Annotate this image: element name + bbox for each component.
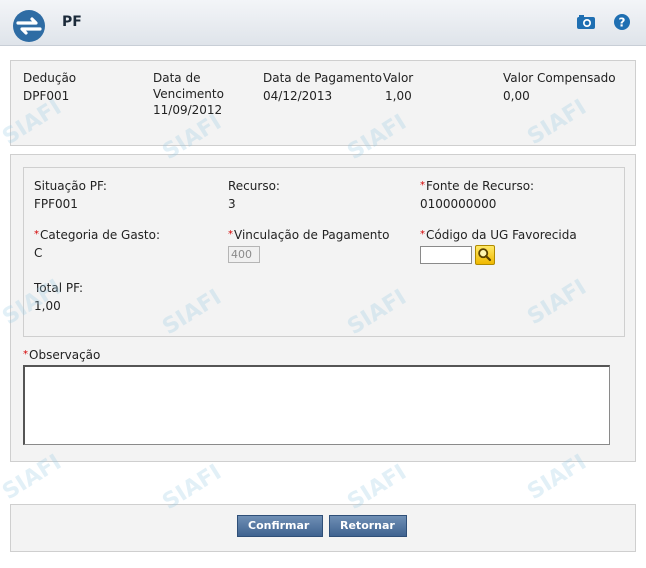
- categoria-label: *Categoria de Gasto:: [34, 228, 161, 242]
- retornar-button[interactable]: Retornar: [329, 515, 407, 537]
- valor-label: Valor: [383, 71, 414, 85]
- observacao-textarea[interactable]: [23, 365, 610, 445]
- vinculacao-label: *Vinculação de Pagamento: [228, 228, 390, 242]
- siafi-logo-icon: [13, 10, 45, 42]
- required-marker: *: [420, 180, 425, 191]
- vinculacao-input[interactable]: 400: [228, 246, 260, 263]
- form-panel: Situação PF: FPF001 Recurso: 3 *Fonte de…: [10, 154, 636, 462]
- fonte-label: *Fonte de Recurso:: [420, 179, 535, 193]
- actions-panel: Confirmar Retornar: [10, 504, 636, 552]
- valor-value: 1,00: [385, 89, 412, 103]
- camera-icon[interactable]: [576, 13, 596, 31]
- total-value: 1,00: [34, 299, 61, 313]
- total-label: Total PF:: [34, 281, 84, 295]
- compensado-label: Valor Compensado: [503, 71, 616, 85]
- page-header: PF ?: [0, 0, 646, 46]
- confirmar-button[interactable]: Confirmar: [237, 515, 323, 537]
- recurso-value: 3: [228, 197, 236, 211]
- required-marker: *: [228, 229, 233, 240]
- pagamento-value: 04/12/2013: [263, 89, 333, 103]
- magnifier-icon: [478, 248, 492, 262]
- vencimento-label-line2: Vencimento: [153, 87, 224, 101]
- categoria-value: C: [34, 246, 43, 260]
- compensado-value: 0,00: [503, 89, 530, 103]
- required-marker: *: [420, 229, 425, 240]
- required-marker: *: [34, 229, 39, 240]
- ug-label: *Código da UG Favorecida: [420, 228, 577, 242]
- deducao-value: DPF001: [23, 89, 70, 103]
- vencimento-label-line1: Data de: [153, 71, 201, 85]
- pagamento-label: Data de Pagamento: [263, 71, 383, 85]
- ug-favorecida-input[interactable]: [420, 246, 472, 264]
- pf-fields-group: Situação PF: FPF001 Recurso: 3 *Fonte de…: [23, 167, 625, 337]
- observacao-label: *Observação: [23, 348, 101, 362]
- recurso-label: Recurso:: [228, 179, 280, 193]
- deducao-label: Dedução: [23, 71, 77, 85]
- vencimento-value: 11/09/2012: [153, 103, 223, 117]
- svg-text:?: ?: [619, 16, 626, 30]
- situacao-value: FPF001: [34, 197, 78, 211]
- page-title: PF: [62, 14, 82, 30]
- situacao-label: Situação PF:: [34, 179, 107, 193]
- summary-panel: Dedução DPF001 Data de Vencimento 11/09/…: [10, 60, 636, 146]
- help-icon[interactable]: ?: [612, 13, 632, 31]
- ug-lookup-button[interactable]: [475, 245, 495, 265]
- fonte-value: 0100000000: [420, 197, 497, 211]
- required-marker: *: [23, 349, 28, 360]
